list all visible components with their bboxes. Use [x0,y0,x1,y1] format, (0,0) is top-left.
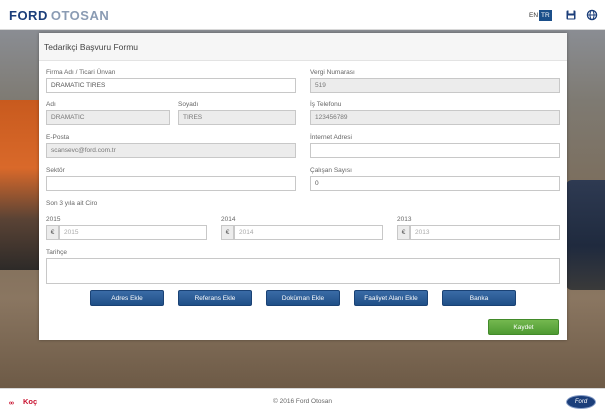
globe-icon[interactable] [586,9,598,21]
vehicle-right-image [566,180,605,290]
eposta-label: E-Posta [46,134,70,141]
year-2015-label: 2015 [46,216,61,223]
euro-addon-2013: € [397,225,410,240]
soyadi-label: Soyadı [178,101,199,108]
ciro-2014-input[interactable]: 2014 [234,225,383,240]
floppy-disk-icon[interactable] [565,9,577,21]
referans-ekle-button[interactable]: Referans Ekle [178,290,252,306]
ford-otosan-logo[interactable]: FORD OTOSAN [9,8,109,23]
adres-ekle-button[interactable]: Adres Ekle [90,290,164,306]
sektor-label: Sektör [46,167,65,174]
sektor-input[interactable] [46,176,296,191]
year-2014-label: 2014 [221,216,236,223]
adi-input[interactable]: DRAMATIC [46,110,170,125]
brand-ford-text: FORD [9,8,48,23]
is-telefonu-label: İş Telefonu [310,101,342,108]
copyright-text: © 2016 Ford Otosan [273,398,332,405]
tarihce-textarea[interactable] [46,258,560,284]
brand-otosan-text: OTOSAN [50,8,110,23]
is-telefonu-input[interactable]: 123456789 [310,110,560,125]
eposta-input[interactable]: scansevc@ford.com.tr [46,143,296,158]
ciro-2015-input[interactable]: 2015 [59,225,207,240]
lang-tr-button[interactable]: TR [539,10,552,21]
truck-left-image [0,100,40,270]
adi-label: Adı [46,101,56,108]
firma-label: Firma Adı / Ticari Ünvan [46,69,116,76]
kaydet-button[interactable]: Kaydet [488,319,559,335]
banka-button[interactable]: Banka [442,290,516,306]
calisan-label: Çalışan Sayısı [310,167,352,174]
top-bar: FORD OTOSAN EN TR [0,0,605,30]
firma-input[interactable]: DRAMATIC TIRES [46,78,296,93]
internet-label: İnternet Adresi [310,134,352,141]
dokuman-ekle-button[interactable]: Doküman Ekle [266,290,340,306]
calisan-input[interactable]: 0 [310,176,560,191]
ciro-label: Son 3 yıla ait Ciro [46,200,98,207]
euro-addon-2015: € [46,225,59,240]
footer: Koç © 2016 Ford Otosan Ford [0,388,605,416]
form-header: Tedarikçi Başvuru Formu [39,33,567,61]
internet-input[interactable] [310,143,560,158]
supplier-application-form: Tedarikçi Başvuru Formu Firma Adı / Tica… [39,33,567,340]
euro-addon-2014: € [221,225,234,240]
tarihce-label: Tarihçe [46,249,67,256]
ford-oval-logo[interactable]: Ford [566,395,596,409]
vergi-input[interactable]: 519 [310,78,560,93]
form-title: Tedarikçi Başvuru Formu [44,42,139,52]
year-2013-label: 2013 [397,216,412,223]
vergi-label: Vergi Numarası [310,69,355,76]
faaliyet-alani-ekle-button[interactable]: Faaliyet Alanı Ekle [354,290,428,306]
ciro-2013-input[interactable]: 2013 [410,225,560,240]
soyadi-input[interactable]: TIRES [178,110,296,125]
